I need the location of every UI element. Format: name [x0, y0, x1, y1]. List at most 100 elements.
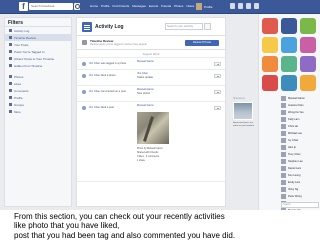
actor-name[interactable]: Vivi Chan [89, 62, 100, 65]
avatar [281, 180, 286, 185]
filter-icon [9, 89, 12, 92]
activity-search-input[interactable]: Search your activity [165, 23, 203, 30]
app-icon[interactable] [300, 75, 316, 91]
filter-label: Timeline Review [14, 35, 36, 40]
filter-item[interactable]: Activity Log [5, 27, 71, 34]
avatar [281, 110, 286, 115]
action-text: commented on a post [100, 90, 126, 93]
app-icon[interactable] [262, 37, 278, 53]
filter-item[interactable]: Your Posts [5, 41, 71, 48]
date-header: August 2013 [77, 50, 225, 58]
filter-item[interactable]: Timeline Review [5, 34, 71, 41]
nav-item[interactable]: Events [149, 4, 158, 8]
filter-item[interactable]: Others' Posts to Your Timeline [5, 55, 71, 62]
app-icon[interactable] [300, 18, 316, 34]
contact-item[interactable]: Peter Wong [259, 193, 320, 200]
contact-item[interactable]: Jessica Chan [259, 102, 320, 109]
contact-item[interactable]: Ken Leung [259, 172, 320, 179]
app-icon[interactable] [262, 18, 278, 34]
post-photo[interactable] [137, 112, 169, 144]
app-icon[interactable] [262, 75, 278, 91]
app-icon[interactable] [300, 56, 316, 72]
chat-search-input[interactable]: Search [281, 202, 319, 208]
contact-item[interactable]: Alex Ip [259, 144, 320, 151]
app-icon[interactable] [281, 18, 297, 34]
contact-item[interactable]: Ivy Chan [259, 137, 320, 144]
avatar [281, 152, 286, 157]
contact-name: Chris Ho [288, 125, 299, 128]
nav-item[interactable]: Home [90, 4, 98, 8]
app-icon[interactable] [300, 37, 316, 53]
list-item[interactable]: Vivi Chan liked a photo Vivi Chan Status… [77, 70, 225, 86]
contact-item[interactable]: Daniel Lam [259, 165, 320, 172]
filter-item[interactable]: Hidden from Timeline [5, 62, 71, 69]
audience-dropdown[interactable] [214, 74, 221, 78]
nav-item[interactable]: Messages [132, 4, 146, 8]
filter-item[interactable]: Comments [5, 87, 71, 94]
target-link[interactable]: Maxwell Aaron [137, 60, 154, 63]
search-icon[interactable] [204, 23, 211, 30]
actor-name[interactable]: Vivi Chan [89, 90, 100, 93]
avatar [196, 3, 202, 10]
review-posts-button[interactable]: Review 8 Posts [185, 40, 219, 46]
target-link[interactable]: Vivi Chan [137, 72, 148, 75]
facebook-logo[interactable]: f [19, 2, 28, 11]
nav-item[interactable]: Profile [101, 4, 110, 8]
app-icon[interactable] [281, 75, 297, 91]
activity-icon [82, 106, 86, 110]
contact-item[interactable]: Tony Chan [259, 151, 320, 158]
action-text: liked a post [100, 106, 114, 109]
filters-sidebar: Filters Activity Log Timeline Review Your … [4, 17, 72, 207]
list-item[interactable]: Vivi Chan liked a post Maxwell Aaron Pho… [77, 102, 225, 182]
contact-item[interactable]: Emily Lam [259, 179, 320, 186]
nav-item[interactable]: Photos [174, 4, 183, 8]
audience-dropdown[interactable] [214, 106, 221, 110]
contact-item[interactable]: Kelly Lam [259, 116, 320, 123]
notifications-icon[interactable] [246, 3, 251, 9]
activity-icon [82, 90, 86, 94]
nav-item[interactable]: Notes [186, 4, 194, 8]
search-icon[interactable] [74, 3, 80, 10]
sponsored-image[interactable] [233, 102, 253, 120]
global-search-input[interactable]: Search Facebook [29, 3, 73, 10]
contact-item[interactable]: Wong Ka Yee [259, 109, 320, 116]
nav-item[interactable]: Friends [161, 4, 171, 8]
filter-item[interactable]: Posts You're Tagged In [5, 48, 71, 55]
filter-item[interactable]: Likes [5, 80, 71, 87]
nav-item[interactable]: Find Friends [113, 4, 130, 8]
filter-item[interactable]: Photos [5, 73, 71, 80]
photo-caption: Photo by Maxwell Aaron [137, 147, 163, 150]
contact-item[interactable]: Stephen Lau [259, 158, 320, 165]
filter-item[interactable]: Profile [5, 94, 71, 101]
contact-item[interactable]: Vicky Ng [259, 186, 320, 193]
actor-name[interactable]: Vivi Chan [89, 74, 100, 77]
sponsored-text[interactable]: Sponsored post: see more on your timelin… [233, 122, 255, 128]
contact-name: Emily Lam [288, 181, 301, 184]
app-icon[interactable] [281, 37, 297, 53]
filter-label: Profile [14, 95, 23, 100]
slide-caption: From this section, you can check out you… [14, 212, 314, 240]
filters-title: Filters [5, 18, 71, 27]
contact-name: Ivy Chan [288, 139, 299, 142]
friend-requests-icon[interactable] [230, 3, 235, 9]
user-menu[interactable]: Profile [196, 3, 213, 10]
filter-item[interactable]: More [5, 108, 71, 115]
filter-item[interactable]: Groups [5, 101, 71, 108]
list-item[interactable]: Vivi Chan commented on a post Maxwell Aa… [77, 86, 225, 102]
app-grid [259, 14, 320, 95]
audience-dropdown[interactable] [214, 90, 221, 94]
filter-label: Your Posts [14, 42, 29, 47]
contact-item[interactable]: Maxwell Aaron [259, 95, 320, 102]
target-link[interactable]: Maxwell Aaron [137, 104, 154, 107]
actor-name[interactable]: Vivi Chan [89, 106, 100, 109]
target-link[interactable]: Maxwell Aaron [137, 88, 154, 91]
app-icon[interactable] [281, 56, 297, 72]
contact-item[interactable]: Chris Ho [259, 123, 320, 130]
contact-item[interactable]: Michael Lee [259, 130, 320, 137]
messages-icon[interactable] [238, 3, 243, 9]
settings-icon[interactable] [254, 3, 259, 9]
app-icon[interactable] [262, 56, 278, 72]
list-item[interactable]: Vivi Chan was tagged in a photo Maxwell … [77, 58, 225, 70]
audience-dropdown[interactable] [214, 62, 221, 66]
avatar [281, 131, 286, 136]
